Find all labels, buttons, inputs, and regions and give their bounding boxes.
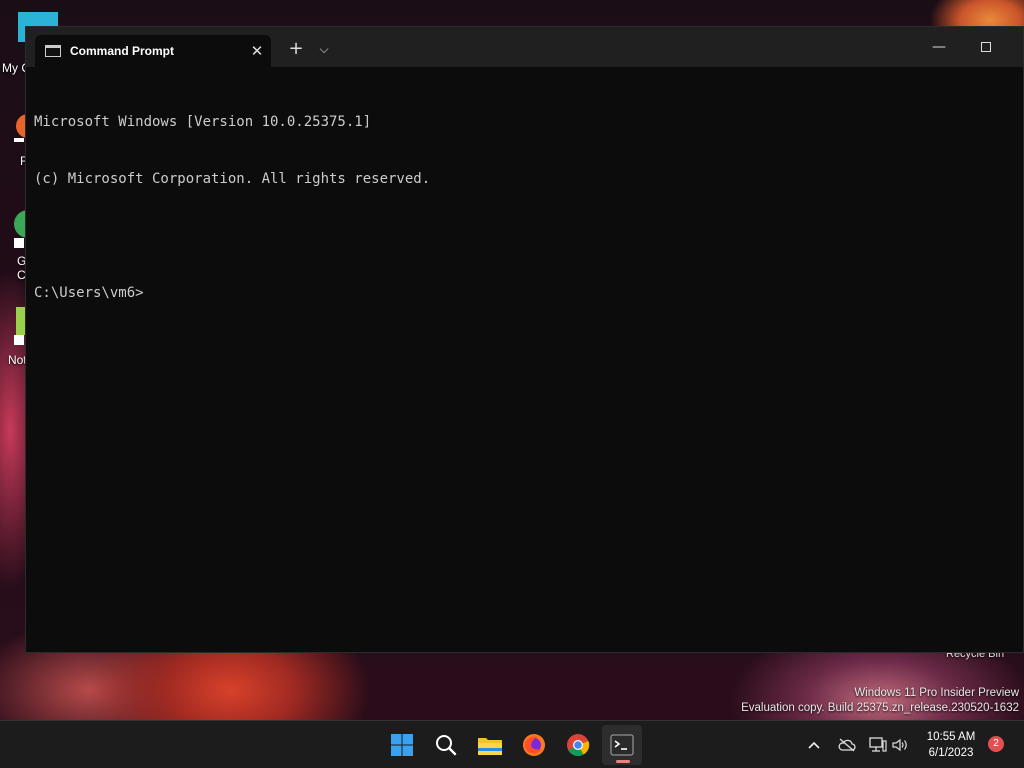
console-line: (c) Microsoft Corporation. All rights re… bbox=[34, 171, 431, 187]
desktop-icon-label: Not bbox=[8, 353, 27, 367]
onedrive-status-button[interactable] bbox=[836, 721, 858, 768]
terminal-window[interactable]: Command Prompt ✕ + ⌵ — Microsoft Windows… bbox=[25, 26, 1024, 653]
console-line: Microsoft Windows [Version 10.0.25375.1] bbox=[34, 114, 372, 130]
console-output[interactable]: Microsoft Windows [Version 10.0.25375.1]… bbox=[34, 75, 1015, 341]
clock-date: 6/1/2023 bbox=[928, 747, 974, 759]
taskbar: 10:55 AM 6/1/2023 bbox=[0, 720, 1024, 768]
tab-command-prompt[interactable]: Command Prompt ✕ bbox=[35, 35, 271, 67]
windows-watermark: Windows 11 Pro Insider Preview Evaluatio… bbox=[741, 686, 1019, 716]
maximize-button[interactable] bbox=[971, 37, 1001, 57]
terminal-titlebar[interactable]: Command Prompt ✕ + ⌵ — bbox=[26, 27, 1023, 67]
minimize-button[interactable]: — bbox=[924, 37, 954, 57]
volume-button[interactable] bbox=[892, 721, 910, 768]
show-hidden-icons-button[interactable] bbox=[804, 721, 824, 768]
active-app-indicator bbox=[616, 760, 630, 763]
speaker-icon bbox=[892, 738, 907, 752]
folder-icon bbox=[478, 738, 502, 755]
network-button[interactable] bbox=[868, 721, 888, 768]
firefox-icon bbox=[523, 734, 545, 756]
command-prompt-icon bbox=[45, 45, 61, 57]
tab-title: Command Prompt bbox=[70, 44, 175, 58]
maximize-icon bbox=[981, 42, 991, 52]
notification-badge[interactable]: 2 bbox=[988, 736, 1004, 752]
chevron-up-icon bbox=[808, 741, 820, 749]
chevron-down-icon[interactable]: ⌵ bbox=[314, 39, 334, 59]
start-button[interactable] bbox=[382, 725, 422, 765]
clock[interactable]: 10:55 AM 6/1/2023 bbox=[920, 729, 982, 761]
terminal-icon bbox=[610, 734, 634, 756]
file-explorer-button[interactable] bbox=[470, 725, 510, 765]
cloud-offline-icon bbox=[838, 738, 856, 752]
clock-time: 10:55 AM bbox=[926, 731, 976, 743]
chrome-icon bbox=[567, 734, 590, 756]
chrome-taskbar-button[interactable] bbox=[558, 725, 598, 765]
windows-logo-icon bbox=[391, 734, 413, 756]
search-button[interactable] bbox=[426, 725, 466, 765]
search-icon bbox=[436, 735, 457, 756]
new-tab-button[interactable]: + bbox=[286, 39, 306, 59]
firefox-taskbar-button[interactable] bbox=[514, 725, 554, 765]
console-prompt: C:\Users\vm6> bbox=[34, 285, 144, 301]
watermark-build: Evaluation copy. Build 25375.zn_release.… bbox=[741, 702, 1019, 714]
close-tab-icon[interactable]: ✕ bbox=[245, 42, 269, 60]
watermark-edition: Windows 11 Pro Insider Preview bbox=[854, 687, 1019, 699]
terminal-taskbar-button[interactable] bbox=[602, 725, 642, 765]
network-icon bbox=[869, 737, 887, 752]
